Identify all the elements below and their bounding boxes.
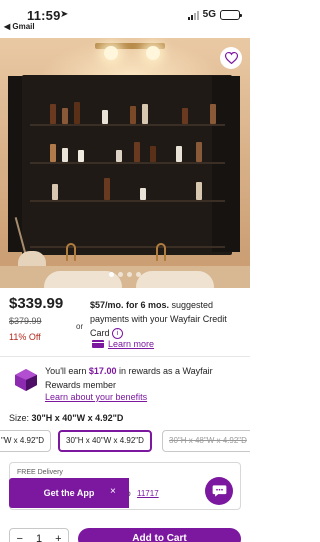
size-options: "W x 4.92"D 30"H x 40"W x 4.92"D 30"H x …: [0, 430, 250, 452]
size-option-unavailable[interactable]: 30"H x 48"W x 4.92"D: [162, 430, 250, 452]
discount-badge: 11% Off: [9, 332, 41, 342]
heart-icon: [224, 52, 238, 64]
delivery-text: FREE Delivery: [17, 469, 63, 476]
size-option[interactable]: "W x 4.92"D: [0, 430, 52, 452]
cellular-signal-icon: [187, 10, 199, 20]
close-icon[interactable]: ×: [110, 486, 116, 497]
quantity-stepper[interactable]: − 1 +: [9, 528, 69, 542]
size-selected-value: 30"H x 40"W x 4.92"D: [31, 413, 124, 423]
status-bar: 11:59 ➤ ◀ Gmail 5G: [0, 0, 250, 38]
favorite-heart-button[interactable]: [220, 47, 242, 69]
chat-icon: [212, 485, 226, 497]
zip-code-link[interactable]: 11717: [137, 489, 159, 498]
status-indicators: 5G: [187, 9, 242, 20]
rewards-gem-icon: [15, 369, 37, 391]
rewards-prefix: You'll earn: [45, 366, 89, 376]
original-price: $379.99: [9, 316, 42, 326]
chat-button[interactable]: [205, 477, 233, 505]
back-to-gmail-link[interactable]: ◀ Gmail: [4, 22, 35, 31]
financing-amount: $57/mo. for 6 mos.: [90, 300, 170, 310]
learn-more-label[interactable]: Learn more: [108, 339, 154, 349]
carousel-dot[interactable]: [109, 272, 114, 277]
or-separator: or: [76, 322, 84, 331]
increase-quantity-button[interactable]: +: [55, 533, 61, 542]
battery-icon: [220, 9, 242, 20]
carousel-dot[interactable]: [118, 272, 123, 277]
add-to-cart-button[interactable]: Add to Cart: [78, 528, 241, 542]
medicine-cabinet-illustration: [22, 75, 232, 255]
network-type: 5G: [202, 9, 216, 20]
rewards-amount: $17.00: [88, 366, 117, 376]
size-label-prefix: Size:: [9, 413, 32, 423]
size-label: Size: 30"H x 40"W x 4.92"D: [9, 413, 123, 423]
rewards-message: You'll earn $17.00 in rewards as a Wayfa…: [45, 364, 245, 392]
current-price: $339.99: [9, 295, 64, 312]
carousel-dot[interactable]: [127, 272, 132, 277]
financing-learn-more-link[interactable]: Learn more: [92, 339, 154, 349]
info-icon[interactable]: i: [112, 328, 124, 340]
product-image[interactable]: [0, 38, 250, 288]
location-arrow-icon: ➤: [60, 9, 69, 20]
credit-card-icon: [92, 340, 104, 348]
financing-offer: $57/mo. for 6 mos. suggested payments wi…: [90, 298, 245, 340]
section-divider: [0, 356, 250, 357]
image-carousel-dots[interactable]: [0, 272, 250, 277]
quantity-value: 1: [35, 533, 43, 542]
status-time: 11:59: [27, 8, 61, 23]
size-option-selected[interactable]: 30"H x 40"W x 4.92"D: [58, 430, 152, 452]
carousel-dot[interactable]: [136, 272, 141, 277]
rewards-benefits-link[interactable]: Learn about your benefits: [45, 392, 147, 402]
decrease-quantity-button[interactable]: −: [17, 533, 23, 542]
